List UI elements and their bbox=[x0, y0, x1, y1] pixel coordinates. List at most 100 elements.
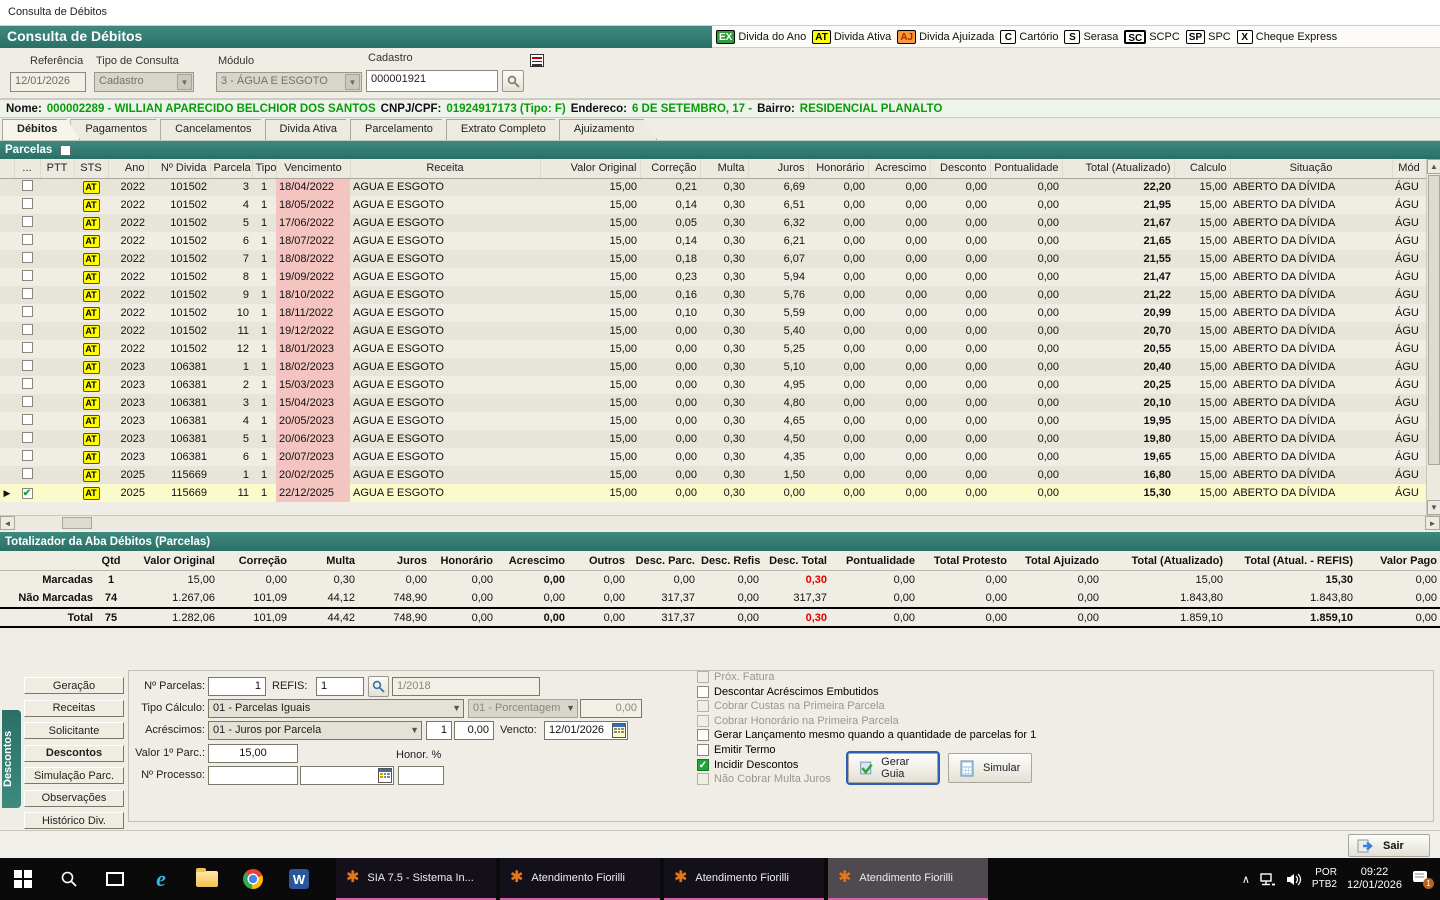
task-view-button[interactable] bbox=[92, 858, 138, 900]
option-cobrar-custas-na-primeira-parc[interactable]: Cobrar Custas na Primeira Parcela bbox=[697, 700, 885, 712]
internet-explorer-button[interactable]: e bbox=[138, 858, 184, 900]
calc-grid-icon[interactable] bbox=[378, 768, 392, 783]
tray-chevron-icon[interactable]: ∧ bbox=[1242, 873, 1250, 886]
table-row[interactable]: AT20231063816120/07/2023AGUA E ESGOTO15,… bbox=[0, 448, 1426, 466]
option-descontar-acr-scimos-embutidos[interactable]: Descontar Acréscimos Embutidos bbox=[697, 686, 878, 698]
row-checkbox[interactable] bbox=[22, 432, 33, 443]
table-row[interactable]: AT20231063812115/03/2023AGUA E ESGOTO15,… bbox=[0, 376, 1426, 394]
option-cobrar-honor-rio-na-primeira-p[interactable]: Cobrar Honorário na Primeira Parcela bbox=[697, 715, 899, 727]
language-indicator[interactable]: PORPTB2 bbox=[1312, 867, 1337, 891]
chrome-button[interactable] bbox=[230, 858, 276, 900]
acrescimos-select[interactable]: 01 - Juros por Parcela▼ bbox=[208, 721, 422, 740]
table-row[interactable]: AT20231063815120/06/2023AGUA E ESGOTO15,… bbox=[0, 430, 1426, 448]
horizontal-scrollbar[interactable]: ◄ ► bbox=[0, 515, 1440, 530]
tab-d-bitos[interactable]: Débitos bbox=[2, 119, 80, 140]
tipo-consulta-select[interactable]: Cadastro▼ bbox=[94, 72, 194, 92]
row-checkbox[interactable] bbox=[22, 270, 33, 281]
table-row[interactable]: AT202210150211119/12/2022AGUA E ESGOTO15… bbox=[0, 322, 1426, 340]
tab-divida-ativa[interactable]: Divida Ativa bbox=[265, 119, 360, 140]
refis-input[interactable]: 1 bbox=[316, 677, 364, 696]
taskbar-search-button[interactable] bbox=[46, 858, 92, 900]
taskbar-app[interactable]: ✱SIA 7.5 - Sistema In... bbox=[336, 858, 496, 900]
tipo-calculo-select[interactable]: 01 - Parcelas Iguais▼ bbox=[208, 699, 464, 718]
scroll-right-icon[interactable]: ► bbox=[1425, 516, 1440, 530]
table-row[interactable]: AT20251156691120/02/2025AGUA E ESGOTO15,… bbox=[0, 466, 1426, 484]
option-gerar-lan-amento-mesmo-quando-[interactable]: Gerar Lançamento mesmo quando a quantida… bbox=[697, 729, 1036, 741]
scroll-left-icon[interactable]: ◄ bbox=[0, 516, 15, 530]
table-row[interactable]: AT202210150210118/11/2022AGUA E ESGOTO15… bbox=[0, 304, 1426, 322]
table-row[interactable]: AT20231063813115/04/2023AGUA E ESGOTO15,… bbox=[0, 394, 1426, 412]
row-checkbox[interactable] bbox=[22, 216, 33, 227]
hscroll-thumb[interactable] bbox=[62, 517, 92, 529]
row-checkbox[interactable] bbox=[22, 342, 33, 353]
row-checkbox[interactable] bbox=[22, 306, 33, 317]
table-row[interactable]: ▶✔AT202511566911122/12/2025AGUA E ESGOTO… bbox=[0, 484, 1426, 502]
table-row[interactable]: AT20221015026118/07/2022AGUA E ESGOTO15,… bbox=[0, 232, 1426, 250]
table-row[interactable]: AT202210150212118/01/2023AGUA E ESGOTO15… bbox=[0, 340, 1426, 358]
option-pr-x-fatura[interactable]: Próx. Fatura bbox=[697, 671, 775, 683]
row-checkbox[interactable] bbox=[22, 414, 33, 425]
table-row[interactable]: AT20221015023118/04/2022AGUA E ESGOTO15,… bbox=[0, 178, 1426, 196]
taskbar-app[interactable]: ✱Atendimento Fiorilli bbox=[664, 858, 824, 900]
tab-pagamentos[interactable]: Pagamentos bbox=[70, 119, 170, 140]
row-checkbox[interactable] bbox=[22, 396, 33, 407]
acrescimos-amount-input[interactable]: 0,00 bbox=[454, 721, 494, 740]
option-incidir-descontos[interactable]: ✓Incidir Descontos bbox=[697, 759, 798, 771]
tab-ajuizamento[interactable]: Ajuizamento bbox=[559, 119, 658, 140]
taskbar-app[interactable]: ✱Atendimento Fiorilli bbox=[828, 858, 988, 900]
option-n-o-cobrar-multa-juros[interactable]: Não Cobrar Multa Juros bbox=[697, 773, 831, 785]
valor1-input[interactable]: 15,00 bbox=[208, 744, 298, 763]
referencia-field[interactable]: 12/01/2026 bbox=[10, 72, 86, 92]
row-checkbox[interactable] bbox=[22, 288, 33, 299]
row-checkbox[interactable] bbox=[22, 450, 33, 461]
tab-cancelamentos[interactable]: Cancelamentos bbox=[160, 119, 274, 140]
cadastro-search-button[interactable] bbox=[502, 70, 524, 92]
tab-descontos-vertical[interactable]: Descontos bbox=[2, 710, 21, 808]
network-icon[interactable] bbox=[1260, 873, 1276, 886]
scroll-down-icon[interactable]: ▼ bbox=[1427, 500, 1440, 515]
simular-button[interactable]: Simular bbox=[948, 753, 1032, 783]
row-checkbox[interactable] bbox=[22, 324, 33, 335]
row-checkbox[interactable] bbox=[22, 180, 33, 191]
scroll-up-icon[interactable]: ▲ bbox=[1427, 159, 1440, 174]
tab-parcelamento[interactable]: Parcelamento bbox=[350, 119, 456, 140]
modulo-select[interactable]: 3 - ÁGUA E ESGOTO▼ bbox=[216, 72, 362, 92]
gerar-guia-button[interactable]: Gerar Guia bbox=[848, 753, 938, 783]
acrescimos-qty-input[interactable]: 1 bbox=[426, 721, 452, 740]
row-checkbox[interactable] bbox=[22, 468, 33, 479]
table-row[interactable]: AT20221015025117/06/2022AGUA E ESGOTO15,… bbox=[0, 214, 1426, 232]
tab-extrato-completo[interactable]: Extrato Completo bbox=[446, 119, 569, 140]
table-row[interactable]: AT20221015024118/05/2022AGUA E ESGOTO15,… bbox=[0, 196, 1426, 214]
word-button[interactable]: W bbox=[276, 858, 322, 900]
row-checkbox[interactable] bbox=[22, 252, 33, 263]
table-row[interactable]: AT20231063814120/05/2023AGUA E ESGOTO15,… bbox=[0, 412, 1426, 430]
start-button[interactable] bbox=[0, 858, 46, 900]
parcelas-select-all-checkbox[interactable] bbox=[60, 145, 71, 156]
refis-search-button[interactable] bbox=[368, 676, 389, 697]
speaker-icon[interactable] bbox=[1286, 873, 1302, 886]
processo-input[interactable] bbox=[208, 766, 298, 785]
list-icon[interactable] bbox=[530, 54, 544, 67]
row-checkbox[interactable]: ✔ bbox=[22, 488, 33, 499]
notification-center-button[interactable]: 1 bbox=[1412, 870, 1432, 888]
vertical-scrollbar[interactable]: ▲ ▼ bbox=[1426, 159, 1440, 515]
table-row[interactable]: AT20221015027118/08/2022AGUA E ESGOTO15,… bbox=[0, 250, 1426, 268]
file-explorer-button[interactable] bbox=[184, 858, 230, 900]
row-checkbox[interactable] bbox=[22, 234, 33, 245]
table-row[interactable]: AT20231063811118/02/2023AGUA E ESGOTO15,… bbox=[0, 358, 1426, 376]
taskbar-app[interactable]: ✱Atendimento Fiorilli bbox=[500, 858, 660, 900]
row-checkbox[interactable] bbox=[22, 360, 33, 371]
honor-input[interactable] bbox=[398, 766, 444, 785]
row-checkbox[interactable] bbox=[22, 378, 33, 389]
table-row[interactable]: AT20221015028119/09/2022AGUA E ESGOTO15,… bbox=[0, 268, 1426, 286]
sidebar-item-observa-es[interactable]: Observações bbox=[24, 790, 124, 807]
sidebar-item-hist-rico-div-[interactable]: Histórico Div. bbox=[24, 812, 124, 829]
calendar-icon[interactable] bbox=[612, 723, 626, 738]
cadastro-input[interactable]: 000001921 bbox=[366, 70, 498, 92]
sair-button[interactable]: Sair bbox=[1348, 834, 1430, 857]
row-checkbox[interactable] bbox=[22, 198, 33, 209]
option-emitir-termo[interactable]: Emitir Termo bbox=[697, 744, 776, 756]
vscroll-thumb[interactable] bbox=[1428, 175, 1440, 465]
table-row[interactable]: AT20221015029118/10/2022AGUA E ESGOTO15,… bbox=[0, 286, 1426, 304]
n-parcelas-input[interactable]: 1 bbox=[208, 677, 266, 696]
